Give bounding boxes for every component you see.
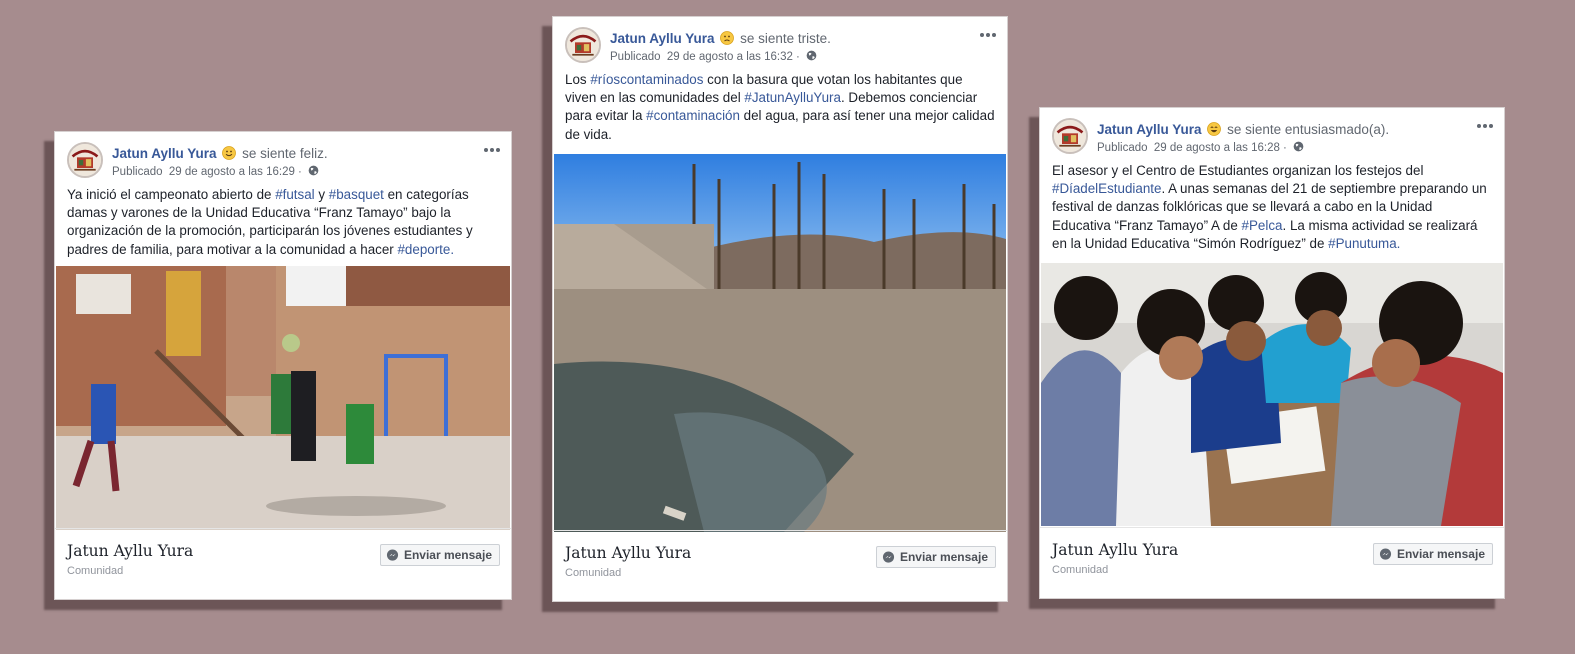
- send-message-label: Enviar mensaje: [403, 548, 492, 562]
- post-photo[interactable]: [1041, 263, 1503, 526]
- more-options-icon[interactable]: [483, 142, 501, 152]
- globe-icon: [308, 165, 319, 176]
- footer-category: Comunidad: [565, 567, 622, 579]
- post-author-line: Jatun Ayllu Yura se siente triste.: [610, 31, 831, 46]
- post-photo[interactable]: [56, 266, 510, 530]
- post-photo[interactable]: [554, 154, 1006, 532]
- post-author-line: Jatun Ayllu Yura se siente entusiasmado(…: [1097, 122, 1389, 137]
- globe-icon: [1293, 141, 1304, 152]
- footer-page-name[interactable]: Jatun Ayllu Yura: [565, 544, 691, 562]
- hashtag-link[interactable]: #deporte.: [397, 242, 454, 257]
- published-label: Publicado: [112, 166, 163, 178]
- send-message-button[interactable]: Enviar mensaje: [875, 546, 996, 568]
- footer-category: Comunidad: [67, 565, 124, 577]
- messenger-icon: [882, 550, 895, 563]
- post-meta: Publicado 29 de agosto a las 16:28 ·: [1097, 141, 1304, 154]
- post-card-1: Jatun Ayllu Yura se siente feliz. Public…: [54, 131, 512, 600]
- page-name-link[interactable]: Jatun Ayllu Yura: [610, 31, 715, 46]
- hashtag-link[interactable]: #DíadelEstudiante: [1052, 181, 1161, 196]
- footer-category: Comunidad: [1052, 564, 1109, 576]
- happy-emoji-icon: [222, 146, 237, 160]
- post-header: Jatun Ayllu Yura se siente triste. Publi…: [553, 17, 1007, 67]
- published-label: Publicado: [1097, 142, 1148, 154]
- avatar[interactable]: [67, 142, 103, 178]
- footer-page-name[interactable]: Jatun Ayllu Yura: [67, 542, 193, 560]
- more-options-icon[interactable]: [979, 27, 997, 37]
- hashtag-link[interactable]: #basquet: [329, 187, 384, 202]
- send-message-label: Enviar mensaje: [1396, 547, 1485, 561]
- post-meta: Publicado 29 de agosto a las 16:29 ·: [112, 165, 319, 178]
- messenger-icon: [386, 548, 399, 561]
- hashtag-link[interactable]: #ríoscontaminados: [590, 72, 703, 87]
- timestamp-link[interactable]: 29 de agosto a las 16:29 ·: [169, 166, 302, 178]
- hashtag-link[interactable]: #Pelca: [1242, 218, 1283, 233]
- messenger-icon: [1379, 547, 1392, 560]
- feeling-text: se siente triste.: [740, 31, 831, 46]
- post-card-2: Jatun Ayllu Yura se siente triste. Publi…: [552, 16, 1008, 602]
- post-text: Ya inició el campeonato abierto de #futs…: [55, 182, 511, 259]
- timestamp-link[interactable]: 29 de agosto a las 16:28 ·: [1154, 142, 1287, 154]
- published-label: Publicado: [610, 51, 661, 63]
- post-text-segment: El asesor y el Centro de Estudiantes org…: [1052, 163, 1424, 178]
- globe-icon: [806, 50, 817, 61]
- sad-emoji-icon: [720, 31, 735, 45]
- hashtag-link[interactable]: #futsal: [275, 187, 314, 202]
- page-footer: Jatun Ayllu Yura Comunidad Enviar mensaj…: [55, 528, 511, 599]
- page-name-link[interactable]: Jatun Ayllu Yura: [112, 146, 217, 161]
- footer-page-name[interactable]: Jatun Ayllu Yura: [1052, 541, 1178, 559]
- post-text: El asesor y el Centro de Estudiantes org…: [1040, 158, 1504, 253]
- post-header: Jatun Ayllu Yura se siente entusiasmado(…: [1040, 108, 1504, 158]
- post-card-3: Jatun Ayllu Yura se siente entusiasmado(…: [1039, 107, 1505, 599]
- hashtag-link[interactable]: #contaminación: [646, 108, 740, 123]
- send-message-button[interactable]: Enviar mensaje: [379, 544, 500, 566]
- page-footer: Jatun Ayllu Yura Comunidad Enviar mensaj…: [1040, 527, 1504, 598]
- post-text-segment: Ya inició el campeonato abierto de: [67, 187, 276, 202]
- post-text-segment: Los: [565, 72, 591, 87]
- more-options-icon[interactable]: [1476, 118, 1494, 128]
- timestamp-link[interactable]: 29 de agosto a las 16:32 ·: [667, 51, 800, 63]
- page-footer: Jatun Ayllu Yura Comunidad Enviar mensaj…: [553, 530, 1007, 601]
- hashtag-link[interactable]: #Punutuma.: [1328, 236, 1400, 251]
- send-message-label: Enviar mensaje: [899, 550, 988, 564]
- send-message-button[interactable]: Enviar mensaje: [1372, 543, 1493, 565]
- post-meta: Publicado 29 de agosto a las 16:32 ·: [610, 50, 817, 63]
- avatar[interactable]: [1052, 118, 1088, 154]
- excited-emoji-icon: [1207, 122, 1222, 136]
- post-header: Jatun Ayllu Yura se siente feliz. Public…: [55, 132, 511, 182]
- post-text: Los #ríoscontaminados con la basura que …: [553, 67, 1007, 144]
- avatar[interactable]: [565, 27, 601, 63]
- hashtag-link[interactable]: #JatunAylluYura: [744, 90, 841, 105]
- feeling-text: se siente entusiasmado(a).: [1227, 122, 1390, 137]
- post-author-line: Jatun Ayllu Yura se siente feliz.: [112, 146, 328, 161]
- post-text-segment: y: [314, 187, 329, 202]
- page-name-link[interactable]: Jatun Ayllu Yura: [1097, 122, 1202, 137]
- feeling-text: se siente feliz.: [242, 146, 328, 161]
